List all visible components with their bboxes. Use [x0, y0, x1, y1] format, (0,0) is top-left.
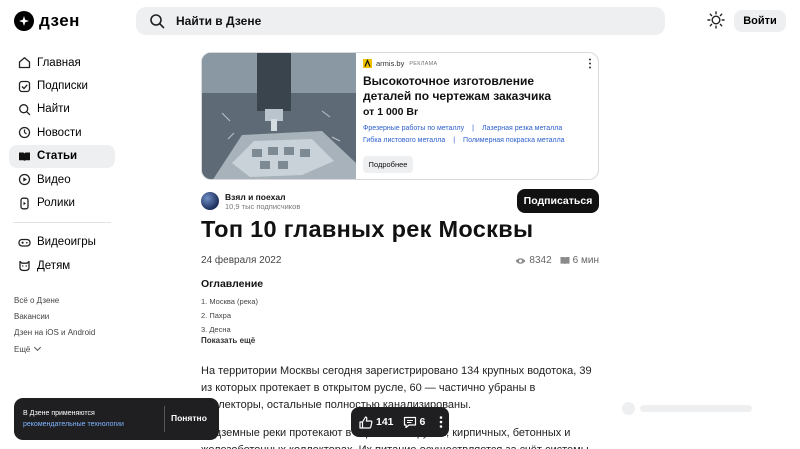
toc-show-more-button[interactable]: Показать ещё	[201, 336, 255, 345]
page: дзен Найти в Дзене Войти Главная Подписк…	[0, 0, 800, 449]
sidebar-item-label: Ролики	[37, 197, 75, 210]
channel-avatar[interactable]	[201, 192, 219, 210]
read-time: 6 мин	[572, 255, 599, 266]
sidebar-item-label: Подписки	[37, 80, 88, 93]
sidebar-item-subscriptions[interactable]: Подписки	[9, 74, 115, 97]
more-vertical-icon[interactable]	[588, 58, 592, 69]
sidebar-divider	[13, 221, 111, 223]
search-icon	[150, 14, 165, 29]
cookie-divider	[164, 406, 165, 432]
footer-link-about[interactable]: Всё о Дзене	[14, 292, 124, 308]
articles-icon	[19, 152, 30, 162]
search-bar[interactable]: Найти в Дзене	[136, 7, 665, 35]
likes-count: 141	[376, 416, 394, 428]
sidebar-item-kids[interactable]: Детям	[9, 254, 115, 277]
sidebar-item-label: Найти	[37, 103, 70, 116]
sidebar-item-label: Детям	[37, 259, 71, 272]
theme-toggle-sun-icon[interactable]	[707, 11, 725, 29]
sidebar-item-label: Статьи	[37, 150, 78, 163]
sidebar-item-news[interactable]: Новости	[9, 121, 115, 144]
loading-placeholder-line	[640, 405, 752, 412]
ad-title[interactable]: Высокоточное изготовление деталей по чер…	[363, 74, 578, 103]
read-time-stat: 6 мин	[560, 255, 599, 266]
footer-link-apps[interactable]: Дзен на iOS и Android	[14, 325, 124, 341]
toc-list: 1. Москва (река) 2. Пахра 3. Десна	[201, 294, 258, 337]
sidebar-item-videogames[interactable]: Видеоигры	[9, 231, 115, 254]
logo[interactable]: дзен	[14, 11, 80, 31]
search-icon	[19, 104, 31, 116]
sidebar-item-home[interactable]: Главная	[9, 51, 115, 74]
article-date: 24 февраля 2022	[201, 255, 282, 266]
sidebar-item-label: Новости	[37, 126, 82, 139]
eye-icon	[515, 257, 526, 264]
loading-placeholder-avatar	[622, 402, 635, 415]
ad-source-name: armis.by	[376, 59, 405, 68]
ad-source: armis.by РЕКЛАМА	[363, 59, 438, 68]
article-stats: 8342 6 мин	[515, 255, 599, 266]
cookie-link[interactable]: рекомендательные технологии	[23, 420, 168, 431]
article-actions-bar: 141 6	[351, 407, 449, 437]
channel-name[interactable]: Взял и поехал	[225, 192, 285, 202]
comments-count: 6	[419, 416, 426, 428]
sidebar-item-video[interactable]: Видео	[9, 168, 115, 191]
views-count: 8342	[529, 255, 552, 266]
more-label: Ещё	[14, 344, 31, 354]
sidebar-item-shorts[interactable]: Ролики	[9, 191, 115, 214]
comment-icon	[403, 416, 416, 428]
sidebar-item-articles[interactable]: Статьи	[9, 144, 115, 168]
advertiser-logo-icon	[363, 59, 372, 68]
toc-item[interactable]: 2. Пахра	[201, 308, 258, 322]
toc-item[interactable]: 1. Москва (река)	[201, 294, 258, 308]
cookie-text: В Дзене применяются рекомендательные тех…	[23, 409, 168, 430]
home-icon	[18, 57, 31, 69]
shorts-icon	[20, 197, 29, 209]
channel-subscribers: 10,9 тыс подписчиков	[225, 202, 301, 211]
gamepad-icon	[18, 238, 31, 247]
cookie-accept-button[interactable]: Понятно	[171, 413, 207, 423]
ad-link[interactable]: Фрезерные работы по металлу	[363, 125, 464, 132]
video-icon	[18, 173, 31, 186]
ad-links: Фрезерные работы по металлу | Лазерная рез…	[363, 125, 565, 144]
sidebar-item-label: Видеоигры	[37, 236, 96, 249]
comments-button[interactable]: 6	[403, 416, 426, 429]
toc-item[interactable]: 3. Десна	[201, 323, 258, 337]
cookie-notice: В Дзене применяются рекомендательные тех…	[14, 398, 219, 440]
ad-link[interactable]: Лазерная резка металла	[482, 125, 562, 132]
sidebar-item-label: Главная	[37, 56, 81, 69]
sidebar-nav: Главная Подписки Найти Новости Статьи Ви…	[9, 51, 115, 278]
book-icon	[560, 257, 570, 265]
thumbs-up-icon	[359, 415, 373, 429]
footer-link-more[interactable]: Ещё	[14, 341, 124, 357]
ad-image	[202, 53, 356, 179]
search-input[interactable]: Найти в Дзене	[176, 14, 261, 28]
zen-logo-icon	[14, 11, 34, 31]
like-button[interactable]: 141	[359, 415, 394, 429]
sidebar-footer-links: Всё о Дзене Вакансии Дзен на iOS и Andro…	[14, 292, 124, 357]
login-button[interactable]: Войти	[734, 10, 786, 32]
sidebar-item-label: Видео	[37, 173, 71, 186]
toc-heading: Оглавление	[201, 278, 264, 290]
ad-price: от 1 000 Br	[363, 106, 419, 118]
kids-icon	[19, 261, 30, 272]
ad-body: armis.by РЕКЛАМА Высокоточное изготовлен…	[363, 53, 598, 179]
subscriptions-icon	[18, 80, 31, 92]
ad-tag: РЕКЛАМА	[409, 60, 438, 67]
views-stat: 8342	[515, 255, 552, 266]
article-paragraph: На территории Москвы сегодня зарегистрир…	[201, 365, 592, 411]
ad-link[interactable]: Гибка листового металла	[363, 137, 445, 144]
sidebar-item-find[interactable]: Найти	[9, 98, 115, 121]
footer-link-vacancies[interactable]: Вакансии	[14, 308, 124, 324]
article-title: Топ 10 главных рек Москвы	[201, 216, 534, 242]
ad-link[interactable]: Полимерная покраска металла	[463, 137, 565, 144]
ad-card[interactable]: armis.by РЕКЛАМА Высокоточное изготовлен…	[201, 52, 599, 180]
subscribe-button[interactable]: Подписаться	[517, 189, 599, 213]
more-vertical-icon[interactable]	[439, 416, 443, 428]
cookie-message: В Дзене применяются	[23, 410, 95, 417]
cnc-machine-image	[202, 53, 356, 179]
ad-more-button[interactable]: Подробнее	[363, 156, 413, 173]
chevron-down-icon	[34, 343, 42, 352]
logo-text: дзен	[39, 11, 80, 30]
news-icon	[18, 127, 31, 139]
